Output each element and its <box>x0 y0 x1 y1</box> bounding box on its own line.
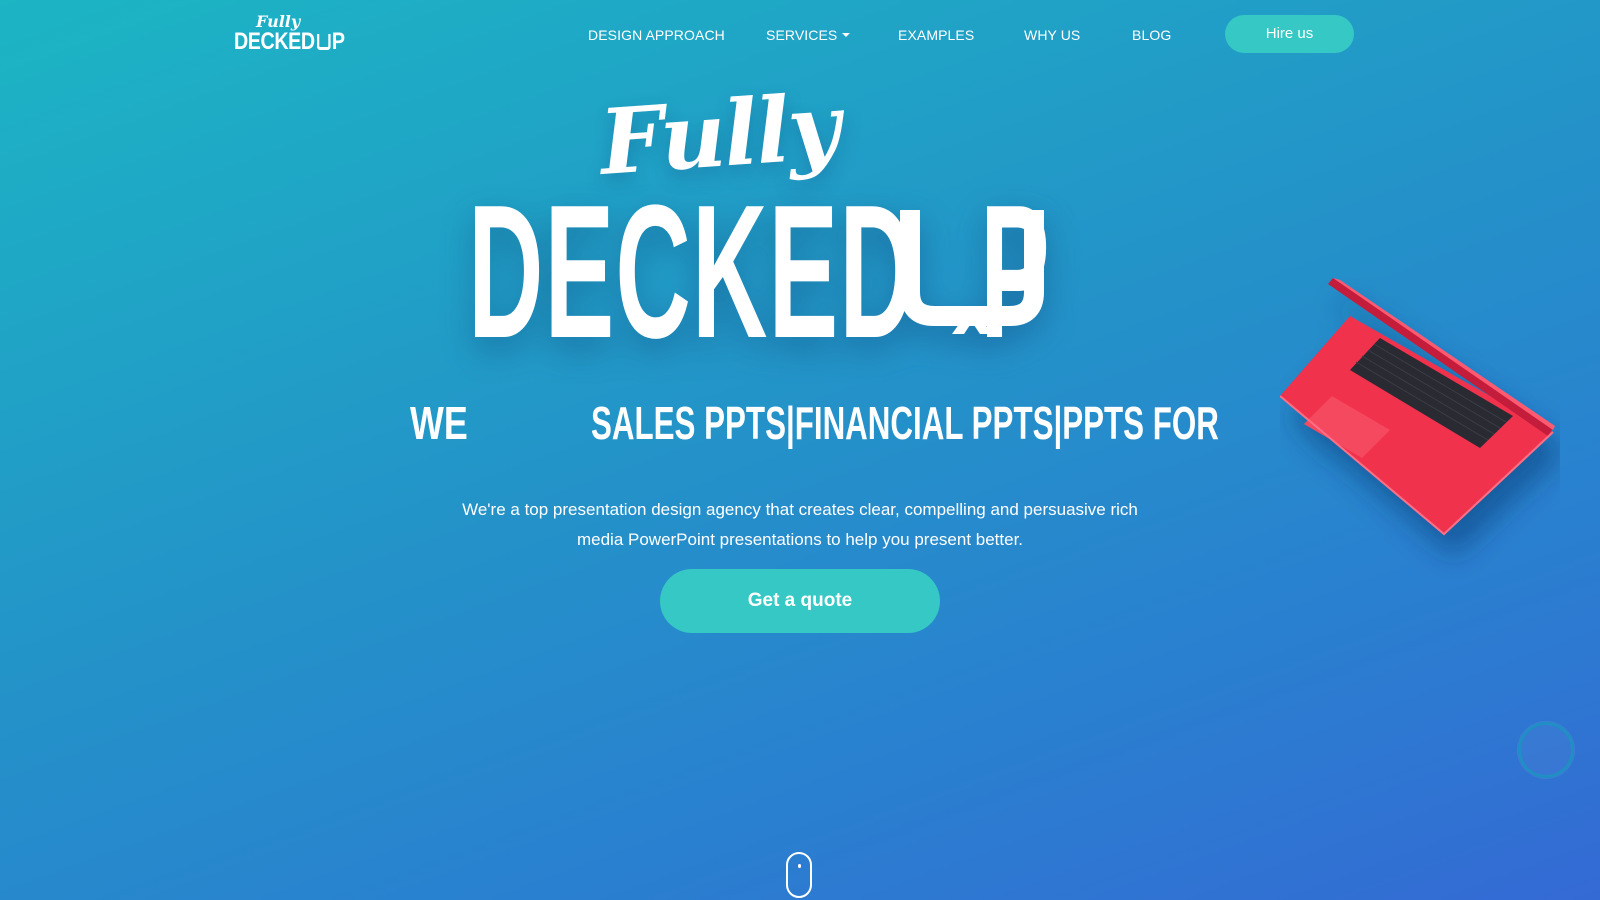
site-logo[interactable]: Fully DECKED P <box>234 14 345 60</box>
landing-page: Fully DECKED P DESIGN APPROACH SERVICES E… <box>0 0 1600 900</box>
caret-down-icon <box>842 33 851 37</box>
hero-word-p: P <box>980 166 1051 378</box>
logo-word-decked: DECKED <box>234 28 315 55</box>
hero-word-decked: DECKED <box>468 166 916 378</box>
nav-services-label: SERVICES <box>766 27 838 43</box>
nav-services[interactable]: SERVICES <box>766 25 851 45</box>
laptop-illustration <box>1280 278 1555 536</box>
nav-design-approach[interactable]: DESIGN APPROACH <box>588 25 725 45</box>
nav-examples[interactable]: EXAMPLES <box>898 25 974 45</box>
scroll-mouse-icon[interactable] <box>786 852 812 898</box>
logo-word-p: P <box>331 28 345 55</box>
chat-bubble-icon[interactable] <box>1518 722 1574 778</box>
logo-wordmark: DECKED P <box>234 28 345 56</box>
logo-u-icon <box>317 34 332 50</box>
hero-description: We're a top presentation design agency t… <box>462 500 1138 549</box>
get-quote-button[interactable]: Get a quote <box>660 569 940 633</box>
hire-us-button[interactable]: Hire us <box>1225 15 1354 53</box>
hero-wordmark: DECKED P <box>468 166 1128 378</box>
scroll-wheel-dot <box>798 864 801 868</box>
tagline-prefix: WE <box>410 397 468 449</box>
nav-why-us[interactable]: WHY US <box>1024 25 1080 45</box>
nav-blog[interactable]: BLOG <box>1132 25 1171 45</box>
tagline-rotator: SALES PPTS|FINANCIAL PPTS|PPTS FOR <box>591 397 1219 449</box>
